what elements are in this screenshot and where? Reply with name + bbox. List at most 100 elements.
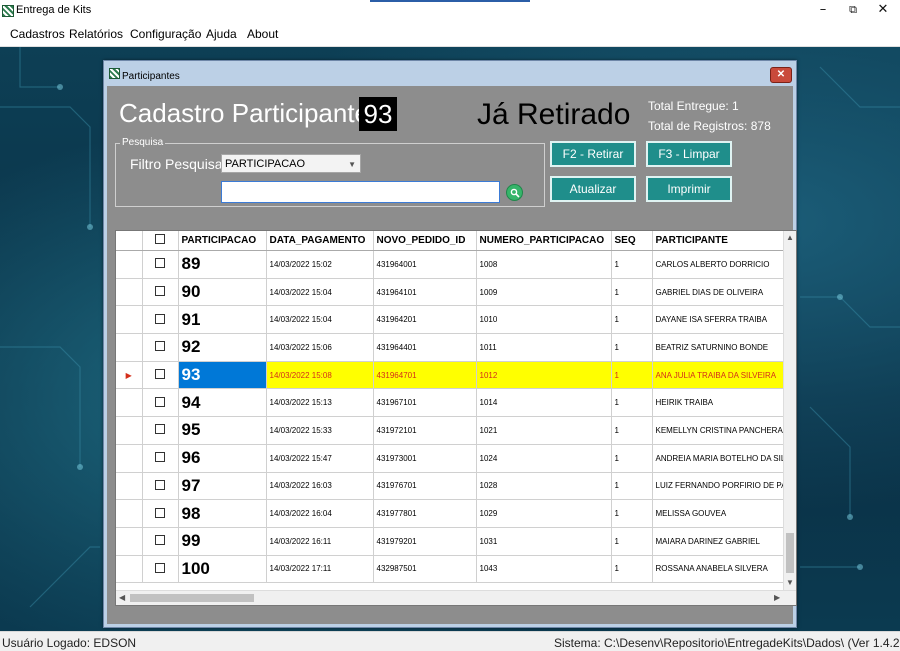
- table-row[interactable]: 98 14/03/2022 16:04 431977801 1029 1 MELISSA …: [116, 499, 785, 528]
- cell-numero-participacao[interactable]: 1008: [476, 250, 612, 279]
- cell-data-pagamento[interactable]: 14/03/2022 15:08: [266, 361, 374, 390]
- cell-data-pagamento[interactable]: 14/03/2022 15:02: [266, 250, 374, 279]
- cell-novo-pedido-id[interactable]: 431967101: [373, 388, 477, 418]
- table-row[interactable]: 94 14/03/2022 15:13 431967101 1014 1 HEIRIK T…: [116, 388, 785, 418]
- cell-data-pagamento[interactable]: 14/03/2022 16:03: [266, 472, 374, 501]
- retirar-button[interactable]: F2 - Retirar: [550, 141, 636, 167]
- cell-seq[interactable]: 1: [611, 416, 653, 445]
- table-row[interactable]: 90 14/03/2022 15:04 431964101 1009 1 GABRIEL …: [116, 278, 785, 307]
- column-header-seq[interactable]: SEQ: [611, 231, 653, 251]
- menu-relatorios[interactable]: Relatórios: [69, 27, 123, 41]
- cell-novo-pedido-id[interactable]: 431964201: [373, 305, 477, 335]
- cell-numero-participacao[interactable]: 1043: [476, 555, 612, 584]
- cell-participante[interactable]: GABRIEL DIAS DE OLIVEIRA: [652, 278, 785, 307]
- cell-novo-pedido-id[interactable]: 431964701: [373, 361, 477, 390]
- cell-numero-participacao[interactable]: 1012: [476, 361, 612, 390]
- cell-data-pagamento[interactable]: 14/03/2022 15:04: [266, 305, 374, 335]
- row-checkbox[interactable]: [142, 305, 179, 335]
- row-header-cell[interactable]: [116, 472, 143, 501]
- row-checkbox[interactable]: [142, 527, 179, 556]
- cell-novo-pedido-id[interactable]: 431976701: [373, 472, 477, 501]
- cell-participacao[interactable]: 98: [178, 499, 267, 528]
- column-header-numero-participacao[interactable]: NUMERO_PARTICIPACAO: [476, 231, 612, 251]
- scroll-left-icon[interactable]: ◀: [119, 593, 125, 602]
- cell-participacao[interactable]: 90: [178, 278, 267, 307]
- horizontal-scrollbar[interactable]: ◀ ▶: [116, 590, 796, 605]
- cell-novo-pedido-id[interactable]: 431977801: [373, 499, 477, 528]
- minimize-button[interactable]: –: [808, 0, 838, 20]
- row-checkbox[interactable]: [142, 555, 179, 584]
- cell-data-pagamento[interactable]: 14/03/2022 15:13: [266, 388, 374, 418]
- imprimir-button[interactable]: Imprimir: [646, 176, 732, 202]
- table-row[interactable]: 97 14/03/2022 16:03 431976701 1028 1 LUIZ FER…: [116, 472, 785, 501]
- limpar-button[interactable]: F3 - Limpar: [646, 141, 732, 167]
- row-header-cell[interactable]: [116, 305, 143, 335]
- cell-data-pagamento[interactable]: 14/03/2022 15:33: [266, 416, 374, 445]
- row-header-cell[interactable]: ▶: [116, 361, 143, 390]
- cell-numero-participacao[interactable]: 1029: [476, 499, 612, 528]
- column-header-novo-pedido-id[interactable]: NOVO_PEDIDO_ID: [373, 231, 477, 251]
- menu-cadastros[interactable]: Cadastros: [10, 27, 65, 41]
- cell-participante[interactable]: ANDREIA MARIA BOTELHO DA SILVA: [652, 444, 785, 473]
- cell-data-pagamento[interactable]: 14/03/2022 15:47: [266, 444, 374, 473]
- cell-novo-pedido-id[interactable]: 431973001: [373, 444, 477, 473]
- column-header-participante[interactable]: PARTICIPANTE: [652, 231, 785, 251]
- scroll-up-icon[interactable]: ▲: [786, 233, 794, 242]
- cell-participacao[interactable]: 89: [178, 250, 267, 279]
- filter-select[interactable]: PARTICIPACAO ▼: [221, 154, 361, 173]
- cell-participante[interactable]: ANA JULIA TRAIBA DA SILVEIRA: [652, 361, 785, 390]
- vertical-scrollbar[interactable]: ▲ ▼: [783, 231, 796, 591]
- cell-participacao[interactable]: 97: [178, 472, 267, 501]
- cell-seq[interactable]: 1: [611, 444, 653, 473]
- cell-numero-participacao[interactable]: 1028: [476, 472, 612, 501]
- cell-numero-participacao[interactable]: 1024: [476, 444, 612, 473]
- cell-participacao[interactable]: 96: [178, 444, 267, 473]
- menu-ajuda[interactable]: Ajuda: [206, 27, 237, 41]
- cell-seq[interactable]: 1: [611, 361, 653, 390]
- cell-novo-pedido-id[interactable]: 431972101: [373, 416, 477, 445]
- cell-novo-pedido-id[interactable]: 431979201: [373, 527, 477, 556]
- row-checkbox[interactable]: [142, 416, 179, 445]
- cell-novo-pedido-id[interactable]: 431964401: [373, 333, 477, 362]
- row-checkbox[interactable]: [142, 472, 179, 501]
- cell-numero-participacao[interactable]: 1014: [476, 388, 612, 418]
- cell-novo-pedido-id[interactable]: 431964101: [373, 278, 477, 307]
- restore-button[interactable]: ⧉: [838, 0, 868, 20]
- cell-seq[interactable]: 1: [611, 499, 653, 528]
- row-header-cell[interactable]: [116, 416, 143, 445]
- cell-data-pagamento[interactable]: 14/03/2022 16:04: [266, 499, 374, 528]
- cell-seq[interactable]: 1: [611, 555, 653, 584]
- menu-about[interactable]: About: [247, 27, 278, 41]
- table-row[interactable]: 96 14/03/2022 15:47 431973001 1024 1 ANDREIA …: [116, 444, 785, 473]
- cell-participante[interactable]: HEIRIK TRAIBA: [652, 388, 785, 418]
- cell-numero-participacao[interactable]: 1031: [476, 527, 612, 556]
- row-header-cell[interactable]: [116, 555, 143, 584]
- cell-seq[interactable]: 1: [611, 305, 653, 335]
- cell-seq[interactable]: 1: [611, 472, 653, 501]
- cell-participante[interactable]: DAYANE ISA SFERRA TRAIBA: [652, 305, 785, 335]
- search-button[interactable]: [506, 184, 523, 201]
- column-header-data-pagamento[interactable]: DATA_PAGAMENTO: [266, 231, 374, 251]
- cell-participacao[interactable]: 99: [178, 527, 267, 556]
- row-header-cell[interactable]: [116, 333, 143, 362]
- table-row[interactable]: 91 14/03/2022 15:04 431964201 1010 1 DAYANE I…: [116, 305, 785, 335]
- table-row[interactable]: ▶ 93 14/03/2022 15:08 431964701 1012 1 ANA JUL…: [116, 361, 785, 390]
- cell-participante[interactable]: MELISSA GOUVEA: [652, 499, 785, 528]
- cell-participante[interactable]: CARLOS ALBERTO DORRICIO: [652, 250, 785, 279]
- header-checkbox[interactable]: [142, 231, 179, 251]
- cell-data-pagamento[interactable]: 14/03/2022 15:04: [266, 278, 374, 307]
- cell-numero-participacao[interactable]: 1009: [476, 278, 612, 307]
- cell-seq[interactable]: 1: [611, 527, 653, 556]
- cell-seq[interactable]: 1: [611, 250, 653, 279]
- cell-participacao[interactable]: 92: [178, 333, 267, 362]
- cell-participante[interactable]: ROSSANA ANABELA SILVERA: [652, 555, 785, 584]
- table-row[interactable]: 95 14/03/2022 15:33 431972101 1021 1 KEMELLYN…: [116, 416, 785, 445]
- table-row[interactable]: 89 14/03/2022 15:02 431964001 1008 1 CARLOS A…: [116, 250, 785, 279]
- row-header-cell[interactable]: [116, 527, 143, 556]
- cell-novo-pedido-id[interactable]: 432987501: [373, 555, 477, 584]
- row-header-cell[interactable]: [116, 278, 143, 307]
- row-header-cell[interactable]: [116, 444, 143, 473]
- cell-data-pagamento[interactable]: 14/03/2022 15:06: [266, 333, 374, 362]
- row-header-cell[interactable]: [116, 388, 143, 418]
- horizontal-scroll-thumb[interactable]: [130, 594, 254, 602]
